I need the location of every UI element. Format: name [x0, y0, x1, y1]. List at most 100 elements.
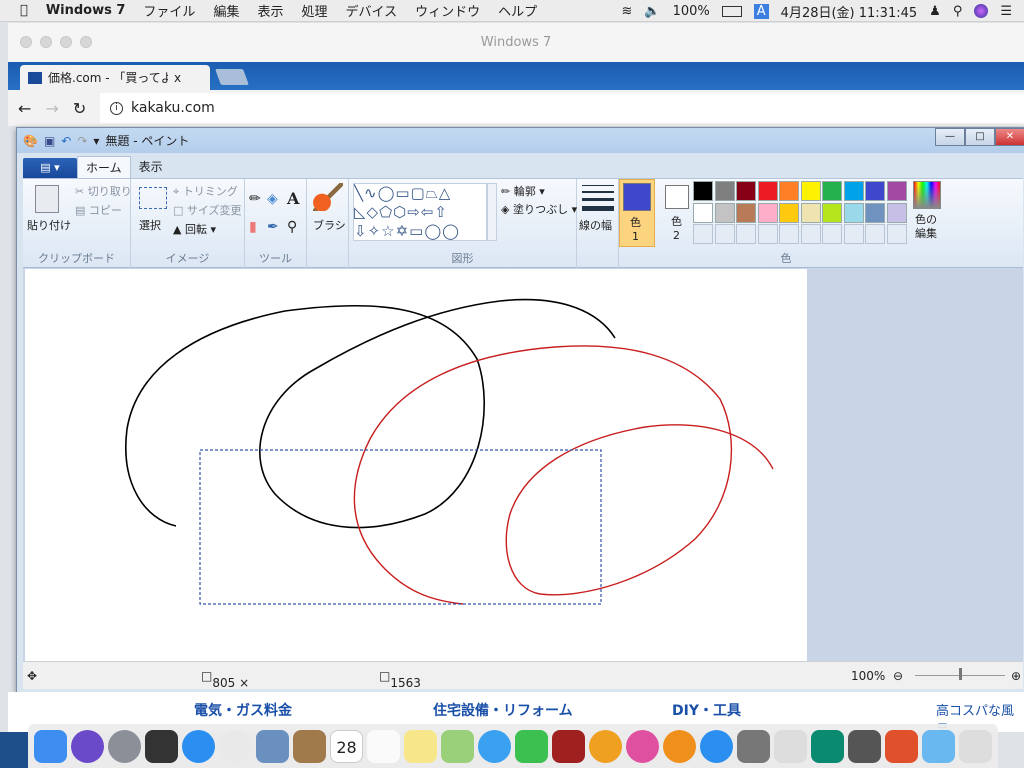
dock-reminders-icon[interactable] — [367, 729, 400, 763]
menu-file[interactable]: ファイル — [143, 1, 195, 20]
palette-color[interactable] — [800, 202, 821, 223]
magnifier-icon[interactable]: ⚲ — [287, 219, 297, 235]
dock-facetime-icon[interactable] — [515, 729, 548, 763]
menu-window[interactable]: ウィンドウ — [415, 1, 480, 20]
siri-icon[interactable] — [974, 4, 989, 18]
color1-button[interactable]: 色1 — [619, 179, 655, 247]
palette-color[interactable] — [822, 181, 842, 201]
shapes-scroll[interactable] — [487, 183, 497, 241]
category-link[interactable]: DIY・工具 — [672, 700, 741, 720]
palette-empty-slot[interactable] — [736, 224, 756, 244]
palette-empty-slot[interactable] — [822, 224, 842, 244]
palette-empty-slot[interactable] — [800, 224, 821, 244]
select-icon[interactable] — [139, 187, 167, 209]
resize-button[interactable]: □ サイズ変更 — [173, 202, 242, 218]
category-link[interactable]: 住宅設備・リフォーム — [433, 700, 573, 720]
menu-help[interactable]: ヘルプ — [498, 1, 537, 20]
dock-app-store-icon[interactable] — [700, 729, 733, 763]
dock-chrome-icon[interactable] — [219, 729, 252, 763]
palette-color[interactable] — [822, 202, 842, 223]
crop-button[interactable]: ⌖ トリミング — [173, 183, 238, 199]
redo-icon[interactable]: ↷ — [77, 134, 87, 148]
user-icon[interactable]: ♟ — [929, 4, 941, 19]
fill-icon[interactable]: ◈ — [267, 191, 278, 207]
palette-color[interactable] — [693, 202, 713, 223]
dock-siri-icon[interactable] — [71, 729, 104, 763]
palette-color[interactable] — [757, 202, 778, 223]
dock-trash-icon[interactable] — [959, 729, 992, 763]
pencil-icon[interactable]: ✏ — [249, 191, 261, 207]
dock-photo-booth-icon[interactable] — [552, 729, 585, 763]
paste-button[interactable]: 貼り付け — [27, 217, 71, 233]
palette-empty-slot[interactable] — [843, 224, 864, 244]
palette-empty-slot[interactable] — [714, 224, 735, 244]
palette-color[interactable] — [800, 181, 821, 201]
menu-app[interactable]: Windows 7 — [46, 3, 126, 18]
dock-itunes-icon[interactable] — [626, 729, 659, 763]
dock-mission-control-icon[interactable] — [145, 729, 178, 763]
palette-empty-slot[interactable] — [693, 224, 713, 244]
dock-notes-icon[interactable] — [404, 729, 437, 763]
address-bar[interactable]: i kakaku.com — [100, 93, 1024, 123]
brush-button[interactable]: ブラシ — [307, 179, 349, 269]
reload-icon[interactable]: ↻ — [73, 99, 86, 118]
palette-color[interactable] — [757, 181, 778, 201]
close-button[interactable]: ✕ — [995, 128, 1024, 146]
qat-dropdown-icon[interactable]: ▾ — [93, 134, 99, 148]
palette-color[interactable] — [865, 202, 885, 223]
menu-process[interactable]: 処理 — [301, 1, 327, 20]
input-source[interactable]: A — [753, 3, 769, 19]
wifi-icon[interactable]: ≋ — [622, 4, 633, 19]
dock-battery-icon[interactable] — [774, 729, 807, 763]
rotate-button[interactable]: ▲ 回転 ▾ — [173, 221, 216, 237]
notification-icon[interactable]: ☰ — [1000, 4, 1012, 19]
palette-color[interactable] — [843, 181, 864, 201]
palette-color[interactable] — [714, 202, 735, 223]
palette-color[interactable] — [865, 181, 885, 201]
dock-parallels-icon[interactable] — [848, 729, 881, 763]
palette-empty-slot[interactable] — [757, 224, 778, 244]
apple-icon[interactable]:  — [20, 3, 28, 18]
copy-button[interactable]: ▤ コピー — [75, 202, 122, 218]
paint-app-icon[interactable]: 🎨 — [23, 134, 38, 148]
menu-devices[interactable]: デバイス — [345, 1, 397, 20]
text-icon[interactable]: A — [287, 189, 299, 208]
outline-button[interactable]: ✏ 輪郭 ▾ — [501, 183, 545, 199]
paste-icon[interactable] — [35, 185, 59, 213]
dock-preview-icon[interactable] — [256, 729, 289, 763]
menu-view[interactable]: 表示 — [257, 1, 283, 20]
tab-view[interactable]: 表示 — [131, 156, 171, 178]
minimize-button[interactable]: — — [935, 128, 965, 146]
dock-safari-icon[interactable] — [182, 729, 215, 763]
color-picker-icon[interactable]: ✒ — [267, 219, 279, 235]
back-icon[interactable]: ← — [18, 99, 31, 118]
maximize-button[interactable]: □ — [965, 128, 995, 146]
volume-icon[interactable]: 🔈 — [644, 4, 660, 19]
zoom-in-button[interactable]: ⊕ — [1011, 669, 1021, 683]
zoom-slider-thumb[interactable] — [959, 668, 962, 680]
forward-icon[interactable]: → — [45, 99, 58, 118]
dock-eset-icon[interactable] — [811, 729, 844, 763]
palette-empty-slot[interactable] — [779, 224, 799, 244]
palette-empty-slot[interactable] — [865, 224, 885, 244]
edit-colors-button[interactable]: 色の 編集 — [913, 181, 945, 247]
url-text[interactable]: kakaku.com — [131, 100, 215, 116]
battery-percent[interactable]: 100% — [673, 4, 710, 19]
category-link[interactable]: 電気・ガス料金 — [194, 700, 292, 720]
palette-color[interactable] — [736, 202, 756, 223]
dock-photos-icon[interactable] — [589, 729, 622, 763]
dock-launchpad-icon[interactable] — [108, 729, 141, 763]
spotlight-icon[interactable]: ⚲ — [953, 4, 963, 19]
palette-color[interactable] — [736, 181, 756, 201]
dock-system-preferences-icon[interactable] — [737, 729, 770, 763]
palette-empty-slot[interactable] — [886, 224, 907, 244]
select-button[interactable]: 選択 — [139, 217, 161, 233]
cut-button[interactable]: ✂ 切り取り — [75, 183, 132, 199]
color2-button[interactable]: 色2 — [659, 179, 695, 247]
dock-windows-icon[interactable] — [885, 729, 918, 763]
tab-close-icon[interactable]: x — [174, 71, 181, 85]
eraser-icon[interactable]: ▮ — [249, 219, 257, 235]
palette-color[interactable] — [886, 181, 907, 201]
save-icon[interactable]: ▣ — [44, 134, 55, 148]
palette-color[interactable] — [886, 202, 907, 223]
